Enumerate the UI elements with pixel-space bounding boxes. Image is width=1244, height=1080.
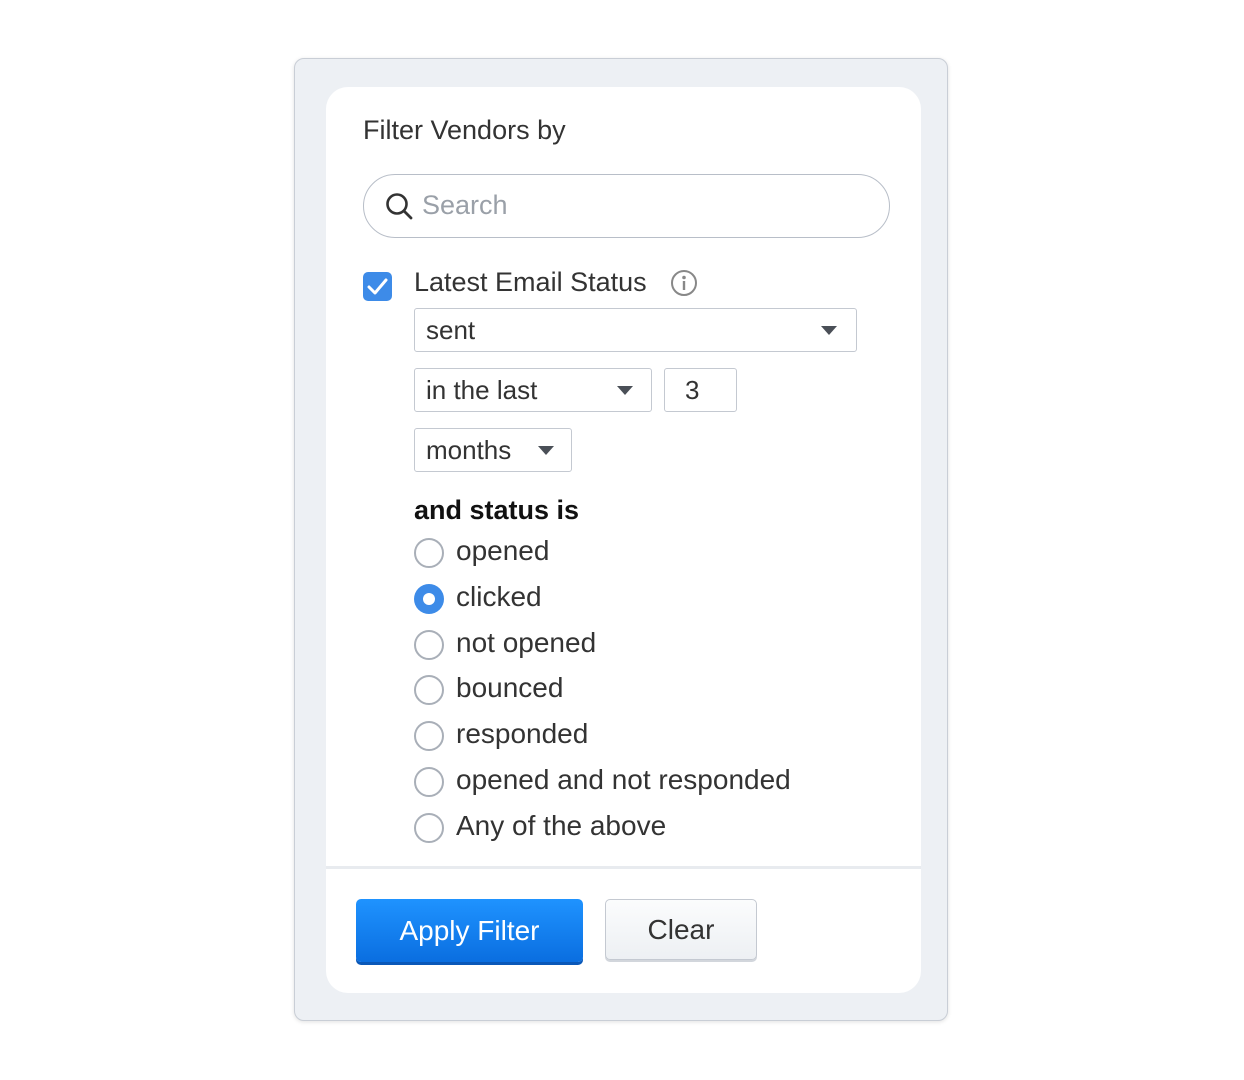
info-icon[interactable] — [670, 269, 698, 297]
radio-label[interactable]: opened and not responded — [456, 764, 791, 796]
radio-button[interactable] — [414, 675, 444, 705]
radio-label[interactable]: opened — [456, 535, 549, 567]
time-range-value: in the last — [426, 375, 538, 405]
radio-button[interactable] — [414, 630, 444, 660]
time-unit-select[interactable]: months — [414, 428, 572, 472]
filter-panel-frame: Filter Vendors by Latest Email Status se… — [294, 58, 948, 1021]
radio-button[interactable] — [414, 721, 444, 751]
latest-email-status-checkbox[interactable] — [363, 272, 392, 301]
radio-label[interactable]: bounced — [456, 672, 563, 704]
check-icon — [367, 278, 388, 295]
apply-filter-button[interactable]: Apply Filter — [356, 899, 583, 962]
email-status-select[interactable]: sent — [414, 308, 857, 352]
panel-title: Filter Vendors by — [363, 115, 566, 145]
radio-button-selected[interactable] — [414, 584, 444, 614]
radio-button[interactable] — [414, 813, 444, 843]
radio-label[interactable]: not opened — [456, 627, 596, 659]
email-status-value: sent — [426, 315, 476, 345]
count-input[interactable]: 3 — [664, 368, 737, 412]
caret-down-icon — [821, 326, 837, 335]
caret-down-icon — [617, 386, 633, 395]
status-heading: and status is — [414, 495, 580, 525]
time-unit-value: months — [426, 435, 512, 465]
radio-button[interactable] — [414, 538, 444, 568]
latest-email-status-label[interactable]: Latest Email Status — [414, 267, 647, 298]
time-range-select[interactable]: in the last — [414, 368, 652, 412]
search-box[interactable] — [363, 174, 890, 238]
search-input[interactable] — [422, 185, 862, 225]
search-icon — [386, 193, 413, 220]
radio-label[interactable]: clicked — [456, 581, 542, 613]
footer-divider — [326, 866, 921, 869]
radio-label[interactable]: responded — [456, 718, 588, 750]
filter-card: Filter Vendors by Latest Email Status se… — [326, 87, 921, 993]
count-value: 3 — [685, 375, 700, 405]
caret-down-icon — [538, 446, 554, 455]
radio-label[interactable]: Any of the above — [456, 810, 666, 842]
clear-button[interactable]: Clear — [605, 899, 757, 960]
radio-button[interactable] — [414, 767, 444, 797]
